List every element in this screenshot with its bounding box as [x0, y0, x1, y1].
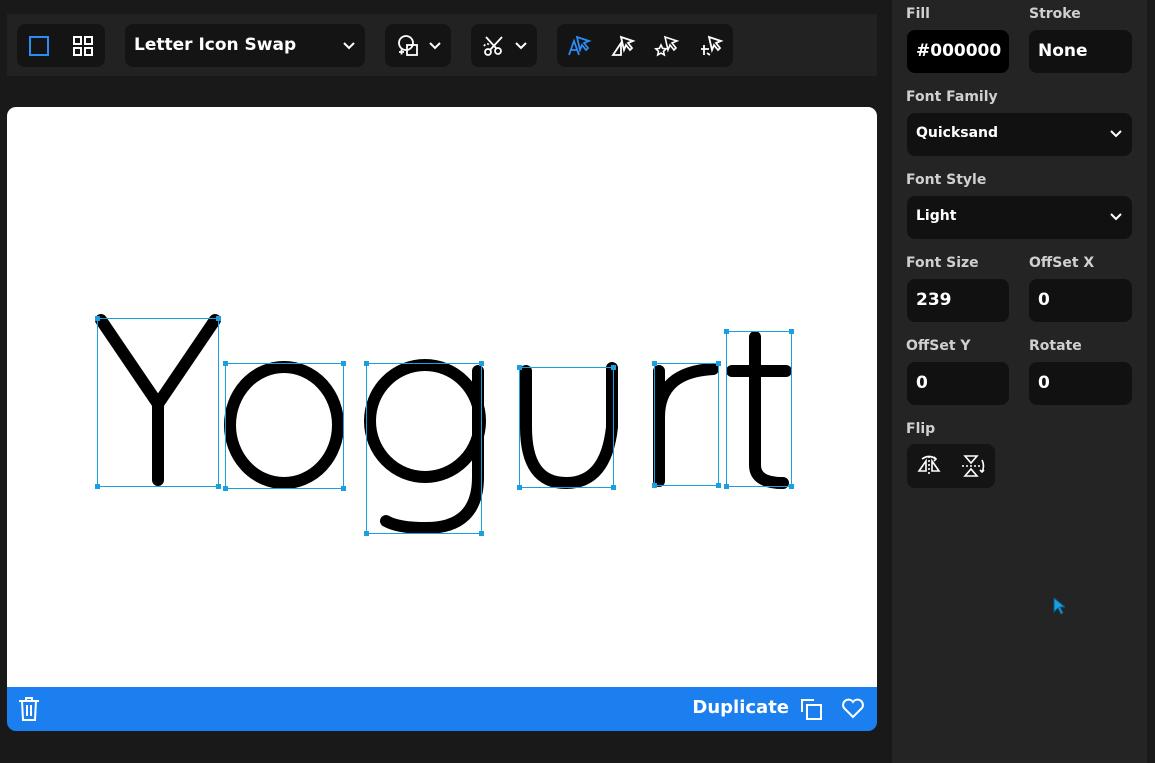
chevron-down-icon — [429, 42, 441, 50]
letter-o[interactable] — [224, 361, 344, 489]
font-style-select[interactable]: Light — [907, 196, 1132, 239]
fill-label: Fill — [906, 6, 930, 22]
offset-y-label: OffSet Y — [906, 338, 971, 354]
select-scatter-icon — [701, 35, 724, 56]
mouse-cursor-icon — [1053, 597, 1065, 615]
preset-label: Letter Icon Swap — [134, 35, 297, 55]
font-family-value: Quicksand — [916, 125, 999, 141]
font-size-field[interactable]: 239 — [907, 279, 1009, 322]
favorite-button[interactable] — [841, 697, 867, 723]
stroke-value: None — [1038, 41, 1088, 61]
letter-r[interactable] — [653, 363, 719, 487]
offset-x-field[interactable]: 0 — [1029, 279, 1132, 322]
duplicate-icon — [801, 699, 822, 720]
flip-vertical-icon — [962, 455, 985, 477]
fill-value: #000000 — [916, 41, 1002, 61]
single-view-button[interactable] — [17, 24, 61, 67]
rotate-label: Rotate — [1029, 338, 1082, 354]
font-family-label: Font Family — [906, 89, 998, 105]
duplicate-button[interactable]: Duplicate — [692, 697, 789, 718]
canvas-action-bar: Duplicate — [7, 687, 877, 731]
rotate-value: 0 — [1038, 373, 1050, 393]
font-style-label: Font Style — [906, 172, 987, 188]
cut-dropdown[interactable] — [471, 24, 537, 67]
flip-horizontal-icon — [917, 455, 941, 476]
chevron-down-icon — [515, 42, 527, 50]
flip-horizontal-button[interactable] — [907, 444, 951, 488]
fill-color-field[interactable]: #000000 — [907, 30, 1009, 73]
select-star-icon — [654, 35, 680, 56]
stroke-label: Stroke — [1029, 6, 1081, 22]
offset-y-value: 0 — [916, 373, 928, 393]
offset-x-label: OffSet X — [1029, 255, 1095, 271]
properties-panel: Fill Stroke #000000 None Font Family Qui… — [892, 0, 1147, 763]
select-letter-tool[interactable] — [557, 24, 601, 67]
duplicate-icon-button[interactable] — [799, 697, 825, 723]
letter-Y[interactable] — [95, 314, 221, 486]
heart-icon — [842, 698, 864, 719]
font-size-value: 239 — [916, 290, 952, 310]
select-shape-tool[interactable] — [601, 24, 645, 67]
select-letter-icon — [568, 35, 592, 55]
shapes-icon — [398, 34, 418, 56]
stroke-field[interactable]: None — [1029, 30, 1132, 73]
chevron-down-icon — [1110, 213, 1122, 221]
flip-vertical-button[interactable] — [951, 444, 995, 488]
shapes-button[interactable] — [393, 24, 423, 67]
view-toggle-group — [17, 24, 105, 67]
selection-boxes — [97, 318, 792, 534]
select-scatter-tool[interactable] — [689, 24, 733, 67]
workspace: Letter Icon Swap Duplicate — [0, 0, 892, 763]
flip-controls — [907, 444, 995, 488]
select-star-tool[interactable] — [645, 24, 689, 67]
font-family-select[interactable]: Quicksand — [907, 113, 1132, 156]
letter-t[interactable] — [726, 331, 792, 489]
panel-edge — [1147, 0, 1155, 763]
design-canvas[interactable] — [7, 107, 877, 687]
font-style-value: Light — [916, 208, 957, 224]
grid-icon — [73, 35, 93, 56]
select-shape-icon — [611, 35, 636, 56]
chevron-down-icon — [343, 42, 355, 50]
scissors-icon — [483, 35, 503, 56]
preset-dropdown[interactable]: Letter Icon Swap — [125, 24, 365, 67]
trash-icon — [19, 697, 39, 721]
delete-button[interactable] — [17, 696, 43, 722]
offset-y-field[interactable]: 0 — [907, 362, 1009, 405]
chevron-down-icon — [1110, 130, 1122, 138]
square-icon — [29, 35, 49, 56]
font-size-label: Font Size — [906, 255, 979, 271]
offset-x-value: 0 — [1038, 290, 1050, 310]
rotate-field[interactable]: 0 — [1029, 362, 1132, 405]
flip-label: Flip — [906, 421, 936, 437]
letter-g[interactable] — [364, 359, 486, 534]
select-tools-group — [557, 24, 733, 67]
cut-button[interactable] — [479, 24, 509, 67]
letter-u[interactable] — [520, 362, 618, 489]
canvas-artwork — [95, 314, 794, 536]
grid-view-button[interactable] — [61, 24, 105, 67]
shapes-dropdown[interactable] — [385, 24, 451, 67]
